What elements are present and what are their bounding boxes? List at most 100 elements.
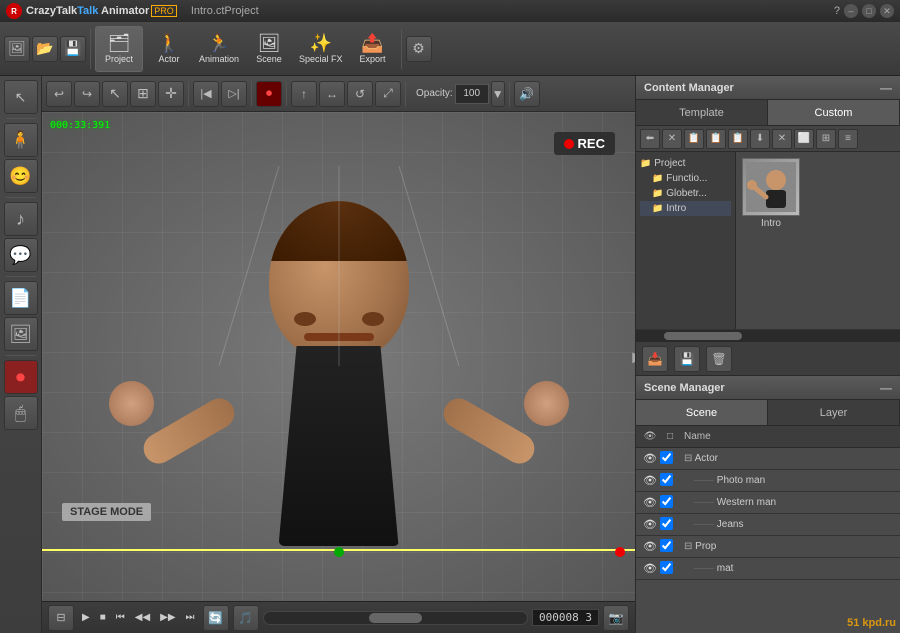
- asset-item-intro[interactable]: Intro: [742, 158, 800, 229]
- ct-view-button-2[interactable]: ⊞: [816, 129, 836, 149]
- opacity-input[interactable]: [455, 84, 489, 104]
- region-select-button[interactable]: ⊞: [130, 81, 156, 107]
- tab-actor[interactable]: 🚶 Actor: [145, 26, 193, 72]
- toolbar-icon-btn-3[interactable]: 💾: [60, 36, 86, 62]
- tab-animation[interactable]: 🏃 Animation: [195, 26, 243, 72]
- move-tool-button[interactable]: ✛: [158, 81, 184, 107]
- help-button[interactable]: ?: [834, 5, 840, 17]
- tab-scene-view[interactable]: Scene: [636, 400, 768, 425]
- sidebar-btn-pointer[interactable]: 🖱: [4, 396, 38, 430]
- loop-button[interactable]: 🔄: [203, 605, 229, 631]
- check-prop[interactable]: [660, 539, 680, 555]
- main-area: ↖ 🧍 😊 ♪ 💬 📄 🖼 ⏺ 🖱 ↩ ↪ ↖ ⊞ ✛ |◀ ▷| ⏺ ↑ ↔: [0, 76, 900, 633]
- content-manager-close[interactable]: —: [880, 81, 892, 95]
- ct-copy-button-3[interactable]: 📋: [728, 129, 748, 149]
- expand-arrow[interactable]: ▶: [632, 348, 635, 365]
- tree-item-project[interactable]: 📁 Project: [640, 156, 731, 171]
- toolbar-icon-btn-2[interactable]: 📂: [32, 36, 58, 62]
- sidebar-btn-picture[interactable]: 🖼: [4, 317, 38, 351]
- timeline-view-button[interactable]: ⊟: [48, 605, 74, 631]
- tree-item-functio[interactable]: 📁 Functio...: [640, 171, 731, 186]
- timeline-scrollbar[interactable]: [263, 611, 528, 625]
- play-button[interactable]: ▶: [78, 610, 94, 625]
- scene-row-western-man[interactable]: 👁 —— Western man: [636, 492, 900, 514]
- sidebar-btn-face[interactable]: 😊: [4, 159, 38, 193]
- content-import-button[interactable]: 📥: [642, 346, 668, 372]
- forward-button[interactable]: ▶▶: [156, 610, 179, 625]
- sidebar-btn-text[interactable]: 📄: [4, 281, 38, 315]
- asset-thumbnail-intro: [742, 158, 800, 216]
- rotate-cw-button[interactable]: ↺: [347, 81, 373, 107]
- ct-copy-button-2[interactable]: 📋: [706, 129, 726, 149]
- scene-row-jeans[interactable]: 👁 —— Jeans: [636, 514, 900, 536]
- tree-item-globetr[interactable]: 📁 Globetr...: [640, 186, 731, 201]
- eye-prop[interactable]: 👁: [640, 540, 660, 553]
- sidebar-btn-body[interactable]: 🧍: [4, 123, 38, 157]
- toolbar-icon-btn-1[interactable]: 🖼: [4, 36, 30, 62]
- ct-view-button-1[interactable]: ⬜: [794, 129, 814, 149]
- toolbar-settings-btn[interactable]: ⚙: [406, 36, 432, 62]
- content-hscrollbar[interactable]: [636, 329, 900, 341]
- eye-actor[interactable]: 👁: [640, 452, 660, 465]
- redo-button[interactable]: ↪: [74, 81, 100, 107]
- music-button[interactable]: 🎵: [233, 605, 259, 631]
- eye-western-man[interactable]: 👁: [640, 496, 660, 509]
- move-horiz-button[interactable]: ↔: [319, 81, 345, 107]
- ct-view-button-3[interactable]: ≡: [838, 129, 858, 149]
- scene-row-mat[interactable]: 👁 —— mat: [636, 558, 900, 580]
- check-western-man[interactable]: [660, 495, 680, 511]
- eye-photo-man[interactable]: 👁: [640, 474, 660, 487]
- sidebar-btn-speech[interactable]: 💬: [4, 238, 38, 272]
- check-mat[interactable]: [660, 561, 680, 577]
- eye-jeans[interactable]: 👁: [640, 518, 660, 531]
- tab-scene[interactable]: 🖼 Scene: [245, 26, 293, 72]
- timeline-scroll-thumb: [369, 613, 422, 623]
- tab-template[interactable]: Template: [636, 100, 768, 125]
- record-main-button[interactable]: ⏺: [256, 81, 282, 107]
- camera-button[interactable]: 📷: [603, 605, 629, 631]
- tree-item-intro[interactable]: 📁 Intro: [640, 201, 731, 216]
- volume-button[interactable]: 🔊: [514, 81, 540, 107]
- scene-row-prop[interactable]: 👁 ⊟ Prop: [636, 536, 900, 558]
- next-frame-button[interactable]: ⏭: [182, 610, 199, 625]
- scale-button[interactable]: ⤢: [375, 81, 401, 107]
- sidebar-btn-music[interactable]: ♪: [4, 202, 38, 236]
- select-tool-button[interactable]: ↖: [102, 81, 128, 107]
- maximize-button[interactable]: □: [862, 4, 876, 18]
- sidebar-btn-record[interactable]: ⏺: [4, 360, 38, 394]
- stop-button[interactable]: ■: [96, 610, 110, 625]
- sidebar-btn-cursor[interactable]: ↖: [4, 80, 38, 114]
- check-actor[interactable]: [660, 451, 680, 467]
- undo-button[interactable]: ↩: [46, 81, 72, 107]
- opacity-dropdown-button[interactable]: ▼: [491, 81, 505, 107]
- content-save-button[interactable]: 💾: [674, 346, 700, 372]
- check-jeans[interactable]: [660, 517, 680, 533]
- tab-specialfx[interactable]: ✨ Special FX: [295, 26, 347, 72]
- tab-layer-view[interactable]: Layer: [768, 400, 900, 425]
- tab-project[interactable]: 🗂 Project: [95, 26, 143, 72]
- ct-delete-button[interactable]: ✕: [662, 129, 682, 149]
- minimize-button[interactable]: –: [844, 4, 858, 18]
- scene-manager-close[interactable]: —: [880, 381, 892, 395]
- ct-download-button[interactable]: ⬇: [750, 129, 770, 149]
- close-button[interactable]: ✕: [880, 4, 894, 18]
- ct-copy-button-1[interactable]: 📋: [684, 129, 704, 149]
- play-key-button[interactable]: ▷|: [221, 81, 247, 107]
- scene-row-actor[interactable]: 👁 ⊟ Actor: [636, 448, 900, 470]
- scene-row-photo-man[interactable]: 👁 —— Photo man: [636, 470, 900, 492]
- content-manager-footer: 📥 💾 🗑: [636, 341, 900, 375]
- prev-frame-button[interactable]: ⏮: [112, 610, 129, 625]
- content-delete-button[interactable]: 🗑: [706, 346, 732, 372]
- check-photo-man[interactable]: [660, 473, 680, 489]
- eye-mat[interactable]: 👁: [640, 562, 660, 575]
- col-eye-icon: 👁: [640, 431, 660, 442]
- ct-remove-button[interactable]: ✕: [772, 129, 792, 149]
- character-actor[interactable]: [199, 166, 479, 546]
- tab-export[interactable]: 📤 Export: [349, 26, 397, 72]
- ct-back-button[interactable]: ⬅: [640, 129, 660, 149]
- prev-key-button[interactable]: |◀: [193, 81, 219, 107]
- char-left-hand: [109, 381, 154, 426]
- move-up-button[interactable]: ↑: [291, 81, 317, 107]
- rewind-button[interactable]: ◀◀: [131, 610, 154, 625]
- tab-custom[interactable]: Custom: [768, 100, 900, 125]
